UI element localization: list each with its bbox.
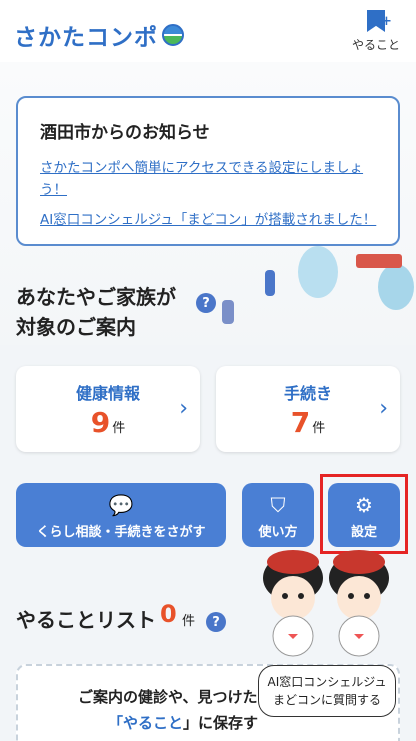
health-info-card[interactable]: 健康情報 9件 › (16, 366, 200, 452)
health-info-label: 健康情報 (75, 384, 140, 403)
procedures-card[interactable]: 手続き 7件 › (216, 366, 400, 452)
todo-header-label: やること (351, 38, 400, 52)
todo-unit: 件 (182, 614, 196, 629)
notice-title: 酒田市からのお知らせ (40, 123, 210, 143)
notice-link-shortcut[interactable]: さかたコンポへ簡単にアクセスできる設定にしましょう！ (40, 157, 378, 201)
chat-bubbles-icon: 💬 (108, 493, 134, 517)
todo-empty-line2: 「やること」に保存す (108, 712, 258, 733)
procedures-number: 7 (290, 406, 311, 439)
concierge-line1: AI窓口コンシェルジュ (267, 675, 387, 689)
procedures-unit: 件 (312, 421, 326, 436)
health-info-number: 9 (90, 406, 111, 439)
guide-section-title: あなたやご家族が 対象のご案内 (16, 282, 176, 342)
logo-mark-icon (162, 24, 184, 46)
todo-help-icon[interactable]: ? (206, 612, 226, 632)
app-header: さかたコンポ + やること (0, 0, 416, 62)
mascot-left-illustration[interactable] (258, 548, 328, 658)
notice-panel: 酒田市からのお知らせ さかたコンポへ簡単にアクセスできる設定にしましょう！ AI… (16, 96, 400, 246)
guide-title-line1: あなたやご家族が (16, 285, 176, 309)
todo-empty-quote-open: 「 (108, 714, 124, 732)
plus-icon: + (381, 14, 392, 29)
concierge-line2: まどコンに質問する (272, 693, 381, 707)
concierge-bubble[interactable]: AI窓口コンシェルジュ まどコンに質問する (258, 665, 396, 717)
todo-count: 0 (160, 600, 177, 628)
how-to-use-label: 使い方 (258, 525, 298, 540)
notice-link-madokon[interactable]: AI窓口コンシェルジュ「まどコン」が搭載されました！ (40, 209, 378, 231)
app-logo[interactable]: さかたコンポ (14, 18, 184, 52)
how-to-use-button[interactable]: ⛉ 使い方 (242, 483, 314, 547)
guide-help-icon[interactable]: ? (196, 293, 216, 313)
todo-empty-keyword: やること (123, 714, 184, 732)
procedures-label: 手続き (283, 384, 332, 403)
chevron-right-icon: › (179, 396, 188, 421)
health-info-count: 9件 (16, 406, 200, 439)
todo-header-button[interactable]: + やること (350, 10, 402, 53)
mascot-right-illustration[interactable] (324, 548, 394, 658)
todo-list-title: やることリスト (16, 608, 156, 632)
settings-highlight-frame (320, 474, 408, 554)
guide-title-line2: 対象のご案内 (16, 315, 136, 339)
todo-empty-line1: ご案内の健診や、見つけた (78, 688, 258, 706)
logo-text: さかたコンポ (14, 25, 158, 51)
health-info-unit: 件 (112, 421, 126, 436)
search-consultation-button[interactable]: 💬 くらし相談・手続きをさがす (16, 483, 226, 547)
search-consultation-label: くらし相談・手続きをさがす (36, 525, 206, 540)
procedures-count: 7件 (216, 406, 400, 439)
beginner-mark-icon: ⛉ (270, 493, 286, 517)
todo-empty-suffix: 」に保存す (183, 714, 259, 732)
chevron-right-icon: › (379, 396, 388, 421)
